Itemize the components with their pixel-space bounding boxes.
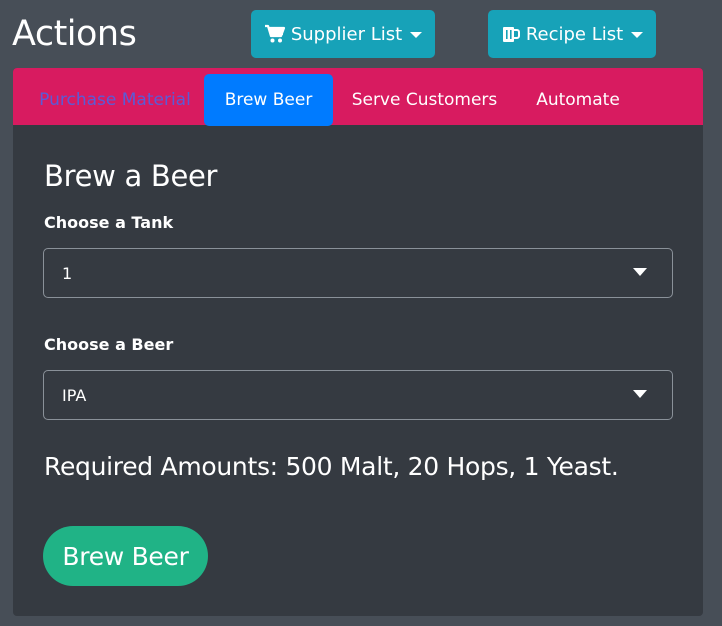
- recipe-list-label: Recipe List: [525, 23, 624, 45]
- required-amounts-text: Required Amounts: 500 Malt, 20 Hops, 1 Y…: [44, 452, 619, 481]
- beer-select[interactable]: IPA: [43, 370, 673, 420]
- panel-title: Brew a Beer: [44, 159, 218, 193]
- chevron-down-icon: [631, 32, 644, 38]
- chevron-down-icon: [633, 390, 647, 398]
- recipe-list-dropdown-button[interactable]: Recipe List: [488, 10, 656, 58]
- beer-select-value: IPA: [62, 385, 87, 405]
- tab-purchase-material[interactable]: Purchase Material: [27, 74, 203, 126]
- beer-label: Choose a Beer: [44, 335, 174, 354]
- actions-card: Purchase Material Brew Beer Serve Custom…: [13, 68, 703, 616]
- tank-label: Choose a Tank: [44, 213, 174, 232]
- chevron-down-icon: [633, 268, 647, 276]
- brew-beer-button[interactable]: Brew Beer: [43, 526, 208, 586]
- page-title: Actions: [12, 14, 137, 54]
- supplier-list-dropdown-button[interactable]: Supplier List: [251, 10, 435, 58]
- tab-automate[interactable]: Automate: [523, 74, 633, 126]
- tab-brew-beer[interactable]: Brew Beer: [204, 74, 333, 126]
- supplier-list-label: Supplier List: [290, 23, 403, 45]
- cart-icon: [264, 24, 285, 43]
- tab-serve-customers[interactable]: Serve Customers: [343, 74, 506, 126]
- tab-bar: Purchase Material Brew Beer Serve Custom…: [13, 68, 703, 126]
- tank-select-value: 1: [62, 263, 73, 283]
- mug-icon: [502, 27, 520, 42]
- chevron-down-icon: [410, 32, 423, 38]
- tank-select[interactable]: 1: [43, 248, 673, 298]
